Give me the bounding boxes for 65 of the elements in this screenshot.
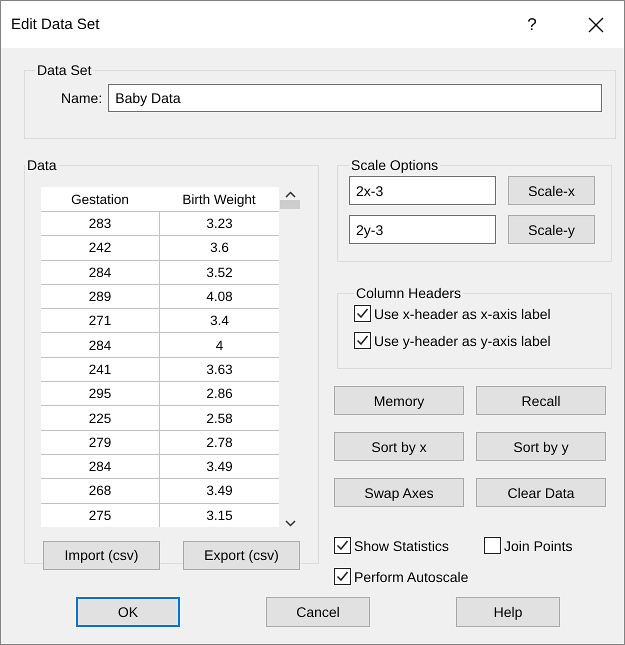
import-button[interactable]: Import (csv) (43, 540, 160, 570)
help-button[interactable]: Help (456, 597, 560, 627)
table-cell: 2.86 (159, 382, 279, 406)
action-button[interactable]: Clear Data (476, 478, 606, 507)
table-cell-text: 275 (88, 506, 112, 525)
table-cell: 3.6 (159, 236, 279, 260)
cancel-button[interactable]: Cancel (266, 597, 370, 627)
action-button[interactable]: Swap Axes (334, 478, 464, 507)
scroll-down-icon[interactable] (284, 520, 296, 527)
table-cell: 3.49 (159, 454, 279, 478)
checkbox[interactable] (354, 305, 371, 322)
table-cell: 3.52 (159, 260, 279, 284)
table-cell-text: 289 (88, 288, 112, 306)
group-title: Scale Options (350, 157, 440, 173)
column-header: Gestation (70, 190, 130, 208)
table-cell-text: 225 (88, 410, 112, 428)
checkbox[interactable] (334, 537, 351, 554)
table-cell-text: 284 (88, 264, 112, 282)
table-cell: 3.4 (159, 309, 279, 332)
help-button[interactable]: ? (508, 4, 556, 44)
table-cell: 2.58 (159, 406, 279, 430)
ok-button[interactable]: OK (76, 597, 180, 627)
table-cell-text: 268 (88, 482, 112, 500)
table-cell: 4.08 (159, 284, 279, 308)
scale-button[interactable]: Scale-y (508, 215, 595, 244)
checkbox-label: Show Statistics (354, 538, 449, 554)
table-cell-text: 241 (88, 360, 112, 379)
table-cell: 4 (159, 333, 279, 357)
table-cell: 3.15 (159, 504, 279, 527)
window-title: Edit Data Set (11, 16, 100, 33)
table-cell-text: 295 (88, 385, 112, 404)
table-cell-text: 271 (88, 312, 112, 330)
table-cell-text: 283 (88, 215, 112, 234)
scale-button[interactable]: Scale-x (508, 176, 595, 205)
group-title: Data (26, 157, 58, 173)
action-button[interactable]: Memory (334, 386, 464, 415)
checkbox[interactable] (334, 568, 351, 585)
scale-field[interactable]: 2y-3 (349, 215, 496, 244)
checkbox-label: Use x-header as x-axis label (374, 306, 551, 322)
name-label: Name: (61, 90, 102, 106)
export-button[interactable]: Export (csv) (183, 540, 300, 570)
action-button[interactable]: Sort by y (476, 432, 606, 461)
scroll-thumb[interactable] (280, 200, 300, 209)
group-title: Column Headers (355, 285, 462, 301)
checkbox-label: Perform Autoscale (354, 568, 468, 584)
checkbox[interactable] (354, 332, 371, 349)
table-cell: 3.63 (159, 358, 279, 382)
table-cell-text: 284 (88, 336, 112, 355)
table-cell: 2.78 (159, 430, 279, 454)
checkbox-label: Join Points (504, 538, 572, 554)
name-field[interactable]: Baby Data (108, 84, 602, 112)
checkbox[interactable] (484, 537, 501, 554)
table-cell-text: 279 (88, 434, 112, 452)
table-cell: 3.49 (159, 479, 279, 503)
scroll-up-icon[interactable] (284, 191, 296, 198)
table-cell: 3.23 (159, 212, 279, 236)
column-header: Birth Weight (181, 190, 257, 209)
checkbox-label: Use y-header as y-axis label (374, 332, 551, 348)
scale-field[interactable]: 2x-3 (349, 176, 496, 205)
close-icon (588, 16, 604, 32)
table-cell-text: 284 (88, 458, 112, 476)
table-cell-text: 242 (88, 239, 112, 258)
action-button[interactable]: Sort by x (334, 432, 464, 461)
group-title: Data Set (36, 62, 92, 78)
action-button[interactable]: Recall (476, 386, 606, 415)
